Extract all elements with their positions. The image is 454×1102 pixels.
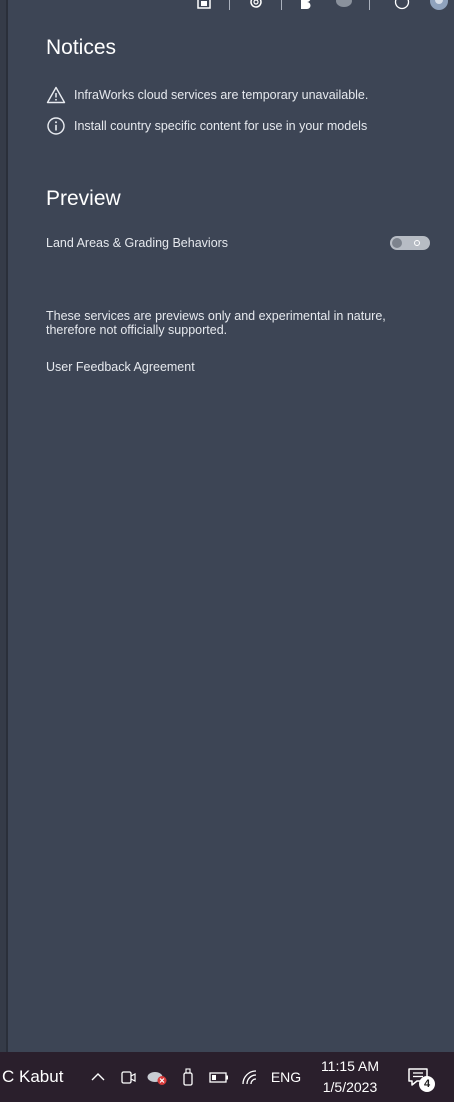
notice-country-content[interactable]: Install country specific content for use… <box>46 116 367 136</box>
camera-icon <box>121 1071 136 1084</box>
info-icon <box>47 117 65 135</box>
toolbar-separator <box>229 0 230 10</box>
input-language-button[interactable]: ENG <box>266 1052 306 1102</box>
language-indicator: ENG <box>270 1069 302 1085</box>
clock-date: 1/5/2023 <box>322 1079 378 1095</box>
top-toolbar <box>8 0 454 14</box>
onedrive-status-button[interactable] <box>145 1052 169 1102</box>
weather-widget[interactable]: C Kabut <box>2 1052 76 1102</box>
notice-cloud-unavailable: InfraWorks cloud services are temporary … <box>46 85 368 105</box>
wifi-icon <box>242 1070 257 1085</box>
chevron-up-icon <box>91 1073 105 1081</box>
notice-text: InfraWorks cloud services are temporary … <box>74 88 369 102</box>
user-avatar-icon[interactable] <box>428 0 450 10</box>
notices-title: Notices <box>46 36 117 59</box>
toggle-off-indicator <box>414 240 420 246</box>
weather-text: C Kabut <box>2 1067 64 1086</box>
user-feedback-agreement-link[interactable]: User Feedback Agreement <box>46 360 195 374</box>
preview-feature-row: Land Areas & Grading Behaviors <box>46 236 434 252</box>
clock-button[interactable]: 11:15 AM 1/5/2023 <box>312 1056 388 1098</box>
warning-icon <box>46 86 66 104</box>
preview-feature-label: Land Areas & Grading Behaviors <box>46 236 229 250</box>
windows-taskbar: C Kabut ENG 11:15 AM 1/5/2023 <box>0 1052 454 1102</box>
app-left-strip <box>0 0 8 1052</box>
show-hidden-icons-button[interactable] <box>86 1052 110 1102</box>
help-icon[interactable] <box>394 0 410 10</box>
meet-now-button[interactable] <box>117 1052 139 1102</box>
preview-disclaimer: These services are previews only and exp… <box>46 309 386 337</box>
battery-icon <box>209 1072 228 1083</box>
cloud-error-icon <box>147 1072 167 1085</box>
preview-title: Preview <box>46 187 121 210</box>
toolbar-separator <box>281 0 282 10</box>
cloud-offline-icon[interactable] <box>334 0 354 10</box>
layout-icon[interactable] <box>196 0 212 10</box>
usb-drive-icon <box>183 1068 193 1086</box>
toggle-knob <box>392 238 402 248</box>
clock-time: 11:15 AM <box>320 1058 380 1074</box>
toolbar-separator <box>369 0 370 10</box>
wifi-button[interactable] <box>238 1052 262 1102</box>
brand-b-icon[interactable] <box>298 0 314 10</box>
land-areas-grading-toggle[interactable] <box>390 236 430 250</box>
gear-icon[interactable] <box>248 0 264 10</box>
notification-count-badge: 4 <box>419 1076 435 1092</box>
notice-text: Install country specific content for use… <box>74 119 368 133</box>
usb-device-button[interactable] <box>177 1052 199 1102</box>
battery-button[interactable] <box>206 1052 232 1102</box>
